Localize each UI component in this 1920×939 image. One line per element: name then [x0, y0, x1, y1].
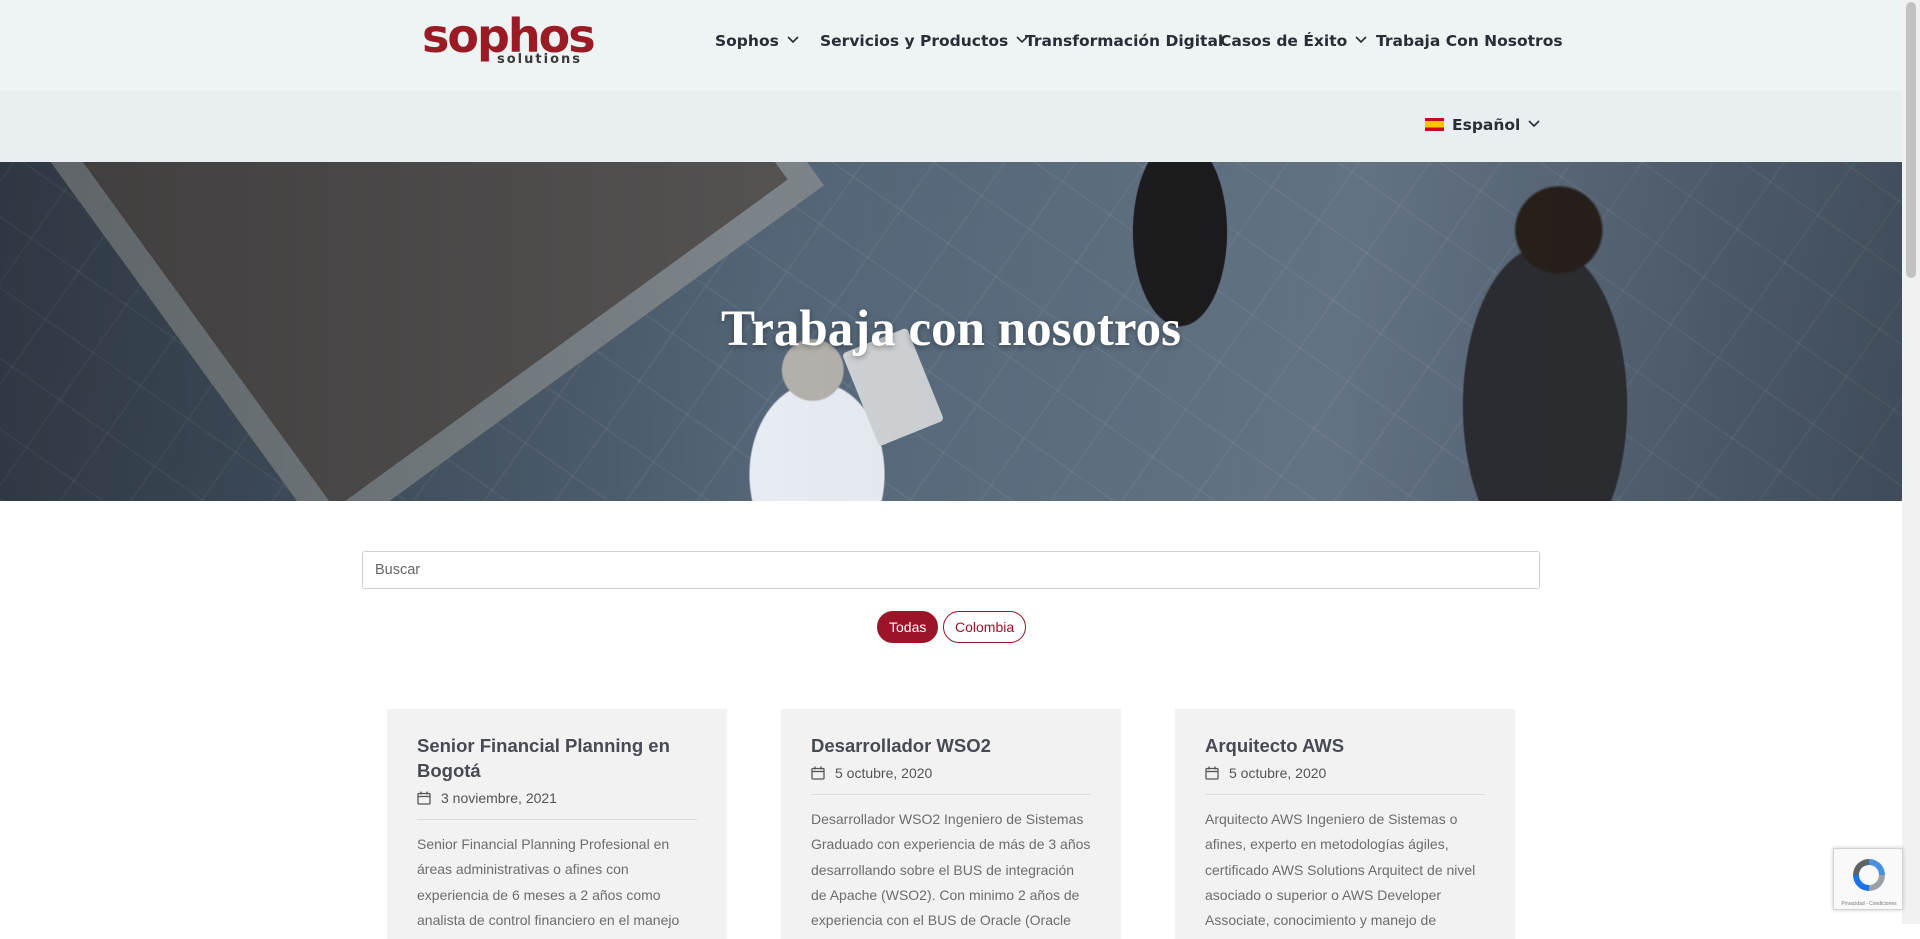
site-header: sophos solutions Sophos Servicios y Prod… — [0, 0, 1902, 91]
filter-colombia[interactable]: Colombia — [943, 611, 1027, 643]
scrollbar-thumb[interactable] — [1906, 2, 1916, 278]
chevron-down-icon — [787, 35, 799, 43]
chevron-down-icon — [1528, 119, 1540, 127]
job-excerpt: Senior Financial Planning Profesional en… — [417, 836, 680, 928]
nav-item-casos-de-exito[interactable]: Casos de Éxito — [1220, 29, 1367, 53]
recaptcha-terms[interactable]: Privacidad - Condiciones — [1834, 901, 1904, 907]
job-title-link[interactable]: Senior Financial Planning en Bogotá — [417, 733, 697, 783]
nav-item-sophos[interactable]: Sophos — [715, 29, 799, 53]
nav-item-label: Sophos — [715, 32, 779, 50]
job-date: 5 octubre, 2020 — [1205, 764, 1485, 795]
job-title-link[interactable]: Desarrollador WSO2 — [811, 733, 1091, 758]
hero-banner: Trabaja con nosotros — [0, 162, 1902, 501]
job-date: 3 noviembre, 2021 — [417, 789, 697, 820]
job-card: Desarrollador WSO2 5 octubre, 2020 Desar… — [781, 709, 1121, 939]
calendar-icon — [417, 791, 431, 805]
job-excerpt: Arquitecto AWS Ingeniero de Sistemas o a… — [1205, 811, 1476, 929]
job-card: Arquitecto AWS 5 octubre, 2020 Arquitect… — [1175, 709, 1515, 939]
sophos-logo[interactable]: sophos solutions — [422, 10, 596, 70]
job-date-text: 5 octubre, 2020 — [1229, 765, 1327, 781]
spain-flag-icon — [1425, 117, 1444, 131]
nav-item-label: Casos de Éxito — [1220, 32, 1348, 50]
logo-subtitle: solutions — [497, 52, 582, 67]
language-label: Español — [1452, 116, 1521, 134]
job-date-text: 5 octubre, 2020 — [835, 765, 933, 781]
job-excerpt: Desarrollador WSO2 Ingeniero de Sistemas… — [811, 811, 1091, 929]
job-title-link[interactable]: Arquitecto AWS — [1205, 733, 1485, 758]
job-date: 5 octubre, 2020 — [811, 764, 1091, 795]
nav-item-servicios-y-productos[interactable]: Servicios y Productos — [820, 29, 1028, 53]
recaptcha-badge[interactable]: Privacidad - Condiciones — [1833, 848, 1903, 910]
calendar-icon — [811, 766, 825, 780]
nav-item-transformacion-digital[interactable]: Transformación Digital — [1025, 29, 1223, 53]
calendar-icon — [1205, 766, 1219, 780]
nav-item-label: Trabaja Con Nosotros — [1376, 32, 1563, 50]
page-title: Trabaja con nosotros — [721, 301, 1181, 358]
job-date-text: 3 noviembre, 2021 — [441, 790, 557, 806]
recaptcha-icon — [1853, 859, 1885, 891]
page-scrollbar[interactable] — [1902, 0, 1920, 924]
search-input[interactable] — [362, 551, 1540, 589]
chevron-down-icon — [1355, 35, 1367, 43]
language-selector[interactable]: Español — [1425, 113, 1540, 137]
nav-item-label: Transformación Digital — [1025, 32, 1224, 50]
nav-item-label: Servicios y Productos — [820, 32, 1009, 50]
nav-item-trabaja-con-nosotros[interactable]: Trabaja Con Nosotros — [1376, 29, 1563, 53]
job-card: Senior Financial Planning en Bogotá 3 no… — [387, 709, 727, 939]
language-bar: Español — [0, 91, 1902, 162]
filter-todas[interactable]: Todas — [877, 611, 939, 643]
